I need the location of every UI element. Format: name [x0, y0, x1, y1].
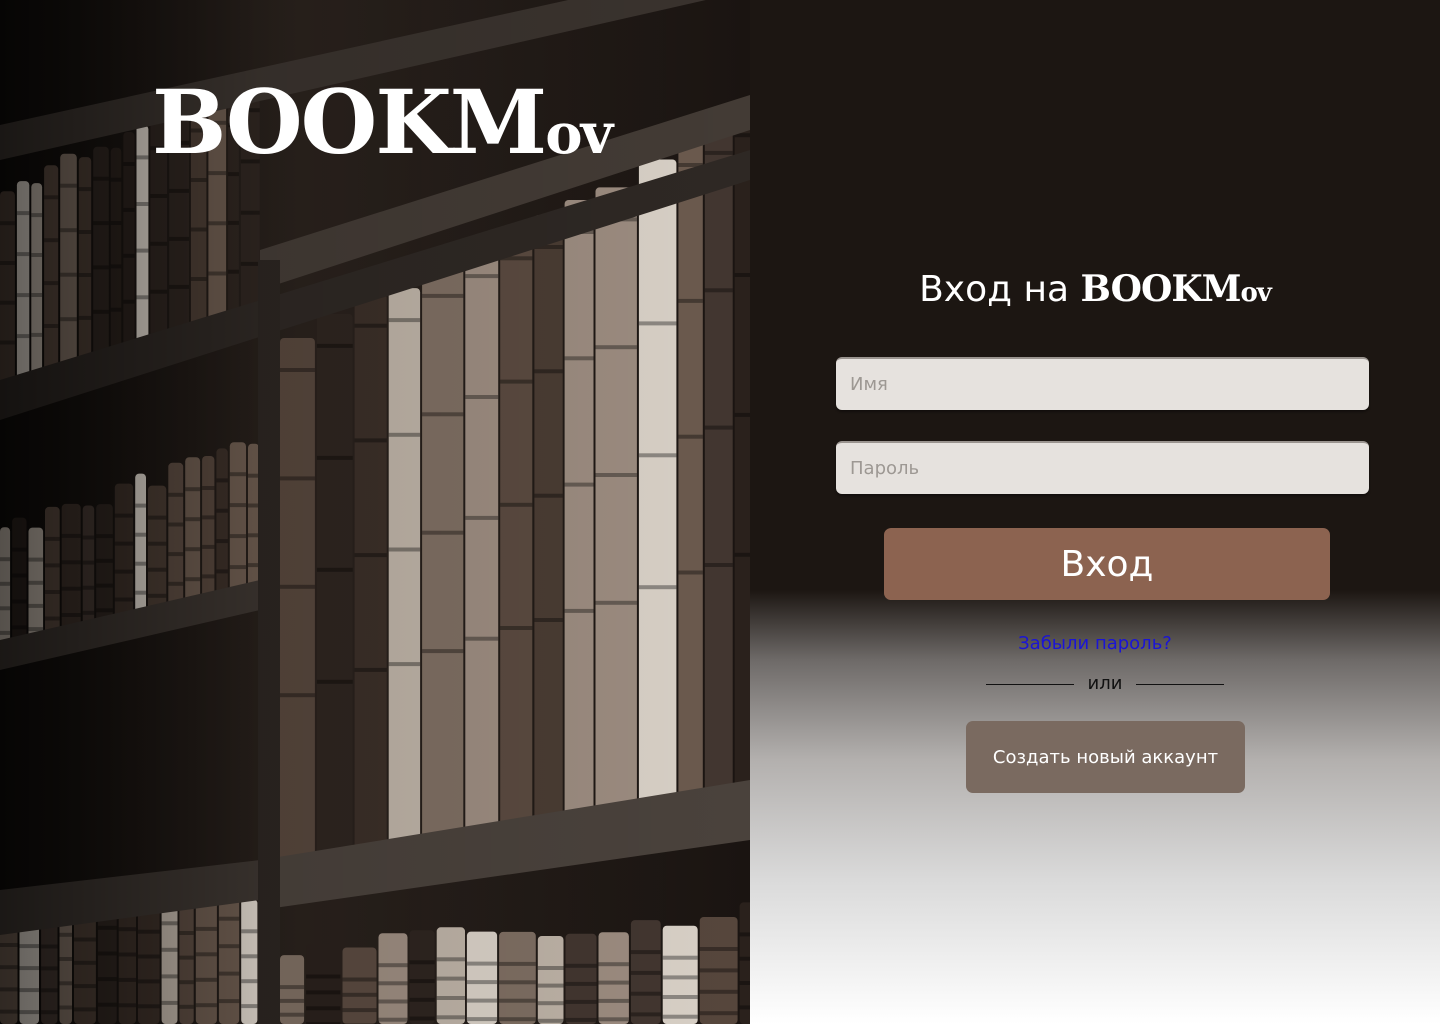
logo-main-text: BOOKM: [152, 70, 547, 174]
login-page: BOOKMov Вход на BOOKMov Вход Забыли паро…: [0, 0, 1440, 1024]
form-title-brand-main: BOOKM: [1080, 268, 1242, 310]
divider-line-right: [1136, 684, 1224, 685]
create-account-button[interactable]: Создать новый аккаунт: [966, 721, 1245, 793]
form-title-brand-suffix: ov: [1240, 278, 1271, 308]
form-title-prefix: Вход на: [919, 269, 1070, 310]
password-input[interactable]: [836, 441, 1369, 494]
name-input[interactable]: [836, 357, 1369, 410]
brand-logo: BOOKMov: [152, 78, 613, 167]
login-button[interactable]: Вход: [884, 528, 1330, 600]
form-title-brand: BOOKMov: [1080, 268, 1272, 310]
form-title: Вход на BOOKMov: [750, 268, 1440, 310]
login-form-panel: Вход на BOOKMov Вход Забыли пароль? или …: [750, 0, 1440, 1024]
bookshelf-image-panel: BOOKMov: [0, 0, 750, 1024]
logo-suffix-text: ov: [545, 101, 613, 167]
or-divider: или: [986, 673, 1224, 697]
forgot-password-link[interactable]: Забыли пароль?: [750, 633, 1440, 654]
